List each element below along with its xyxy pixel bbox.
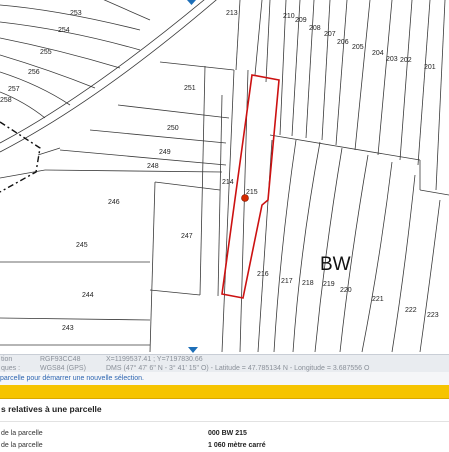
parcel-number-249: 249 (159, 149, 171, 156)
parcel-number-206: 206 (337, 39, 349, 46)
info-panel-title: s relatives à une parcelle (1, 404, 102, 414)
parcel-number-257: 257 (8, 86, 20, 93)
toolbar-strip (0, 385, 449, 399)
parcel-labels: 253 254 255 256 257 258 213 210209208207206205 2… (0, 10, 439, 332)
parcel-number-217: 217 (281, 278, 293, 285)
parcel-number-204: 204 (372, 50, 384, 57)
parcel-number-209: 209 (295, 17, 307, 24)
projection-value: RGF93CC48 (40, 356, 81, 363)
commune-boundary (0, 121, 41, 193)
parcel-number-248: 248 (147, 163, 159, 170)
info-panel-header: s relatives à une parcelle (0, 399, 449, 422)
parcel-number-251: 251 (184, 85, 196, 92)
parcel-number-220: 220 (340, 287, 352, 294)
pan-south-arrow-icon[interactable] (188, 347, 198, 353)
parcel-number-210: 210 (283, 13, 295, 20)
parcel-number-245: 245 (76, 242, 88, 249)
parcel-number-216: 216 (257, 271, 269, 278)
pan-north-arrow-icon[interactable] (187, 0, 196, 5)
parcel-number-207: 207 (324, 31, 336, 38)
projection-label: tion (1, 356, 13, 363)
coordinate-bar: tion RGF93CC48 X=1199537.41 ; Y=7197830.… (0, 354, 449, 373)
parcel-number-213: 213 (226, 10, 238, 17)
parcel-number-223: 223 (427, 312, 439, 319)
parcel-number-218: 218 (302, 280, 314, 287)
map-canvas[interactable]: 253 254 255 256 257 258 213 210209208207206205 2… (0, 0, 449, 354)
parcel-number-208: 208 (309, 25, 321, 32)
parcel-number-219: 219 (323, 281, 335, 288)
parcel-number-203: 203 (386, 56, 398, 63)
parcel-number-215: 215 (246, 189, 258, 196)
parcel-number-258: 258 (0, 97, 12, 104)
parcel-number-246: 246 (108, 199, 120, 206)
parcel-number-244: 244 (82, 292, 94, 299)
parcel-number-253: 253 (70, 10, 82, 17)
selected-parcel-outline[interactable] (221, 74, 280, 299)
selection-hint: parcelle pour démarrer une nouvelle séle… (0, 372, 449, 385)
section-label: BW (320, 254, 351, 275)
parcel-number-243: 243 (62, 325, 74, 332)
parcel-number-214: 214 (222, 179, 234, 186)
parcel-number-221: 221 (372, 296, 384, 303)
parcel-number-202: 202 (400, 57, 412, 64)
xy-readout: X=1199537.41 ; Y=7197830.66 (106, 356, 203, 363)
parcel-number-222: 222 (405, 307, 417, 314)
info-row-value: 1 060 mètre carré (208, 442, 266, 449)
info-row: de la parcelle 1 060 mètre carré (0, 439, 449, 452)
parcel-number-205: 205 (352, 44, 364, 51)
parcel-number-250: 250 (167, 125, 179, 132)
parcel-number-254: 254 (58, 27, 70, 34)
parcel-number-255: 255 (40, 49, 52, 56)
cadastral-map[interactable]: 253 254 255 256 257 258 213 210 209 208 207 206 205 2… (0, 0, 449, 354)
parcel-number-256: 256 (28, 69, 40, 76)
info-row-label: de la parcelle (1, 442, 43, 449)
parcel-number-247: 247 (181, 233, 193, 240)
parcel-number-201: 201 (424, 64, 436, 71)
